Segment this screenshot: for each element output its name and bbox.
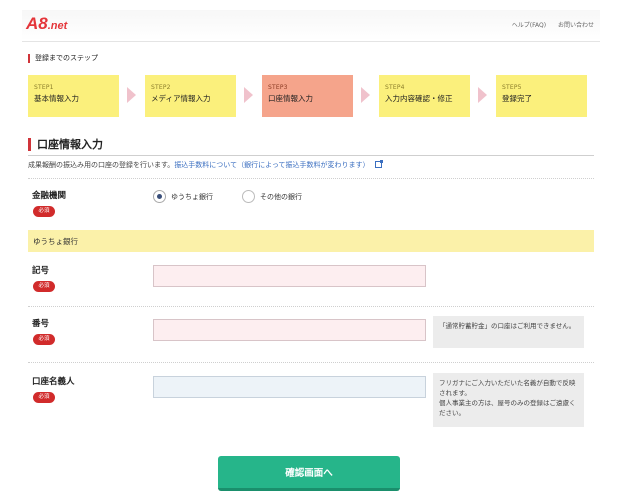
- step-arrow-icon: [244, 87, 253, 103]
- step-arrow-icon: [478, 87, 487, 103]
- step-arrow-icon: [361, 87, 370, 103]
- step-name: 基本情報入力: [34, 94, 79, 103]
- number-label: 番号: [32, 319, 50, 329]
- step-number: STEP5: [502, 84, 522, 91]
- account-holder-input[interactable]: [153, 376, 426, 398]
- header-links: ヘルプ(FAQ) お問い合わせ: [502, 20, 594, 29]
- help-faq-link[interactable]: ヘルプ(FAQ): [512, 22, 546, 29]
- required-badge: 必須: [33, 281, 55, 292]
- required-badge: 必須: [33, 392, 55, 403]
- step-3: STEP3 口座情報入力: [262, 75, 353, 117]
- page-description: 成果報酬の振込み用の口座の登録を行います。振込手数料について（銀行によって振込手…: [28, 160, 383, 170]
- step-number: STEP1: [34, 84, 54, 91]
- financial-institution-label: 金融機関: [32, 191, 67, 201]
- top-header: A8.net ヘルプ(FAQ) お問い合わせ: [22, 10, 600, 42]
- steps-section-label: 登録までのステップ: [28, 54, 98, 63]
- number-input[interactable]: [153, 319, 426, 341]
- account-holder-note: フリガナにご入力いただいた名義が自動で反映されます。 個人事業主の方は、屋号のみ…: [433, 373, 584, 427]
- external-link-icon[interactable]: [374, 160, 383, 168]
- transfer-fee-link[interactable]: 振込手数料について（銀行によって振込手数料が変わります）: [174, 161, 369, 169]
- step-name: 入力内容確認・修正: [385, 94, 453, 103]
- account-holder-label: 口座名義人: [32, 377, 75, 387]
- radio-selected-icon[interactable]: [153, 190, 166, 203]
- step-4: STEP4 入力内容確認・修正: [379, 75, 470, 117]
- description-text: 成果報酬の振込み用の口座の登録を行います。: [28, 161, 175, 169]
- page-title: 口座情報入力: [28, 138, 103, 151]
- step-arrow-icon: [127, 87, 136, 103]
- logo-suffix: .net: [47, 20, 68, 32]
- row-divider: [28, 362, 594, 363]
- step-name: メディア情報入力: [151, 94, 211, 103]
- step-name: 口座情報入力: [268, 94, 313, 103]
- note-line: フリガナにご入力いただいた名義が自動で反映されます。: [439, 379, 576, 397]
- step-number: STEP4: [385, 84, 405, 91]
- step-number: STEP2: [151, 84, 171, 91]
- symbol-input[interactable]: [153, 265, 426, 287]
- a8net-logo[interactable]: A8.net: [26, 14, 67, 34]
- row-divider: [28, 306, 594, 307]
- radio-label: その他の銀行: [260, 192, 302, 201]
- required-badge: 必須: [33, 206, 55, 217]
- step-5: STEP5 登録完了: [496, 75, 587, 117]
- bank-section-header: ゆうちょ銀行: [28, 230, 594, 252]
- logo-main: A8: [26, 14, 48, 33]
- radio-other-bank[interactable]: その他の銀行: [242, 190, 302, 203]
- number-note: 「通常貯蓄貯金」の口座はご利用できません。: [433, 316, 584, 348]
- radio-unselected-icon[interactable]: [242, 190, 255, 203]
- note-line: 個人事業主の方は、屋号のみの登録はご遠慮ください。: [439, 399, 576, 417]
- step-indicator: STEP1 基本情報入力 STEP2 メディア情報入力 STEP3 口座情報入力…: [28, 75, 588, 117]
- row-divider: [28, 178, 594, 179]
- required-badge: 必須: [33, 334, 55, 345]
- step-2: STEP2 メディア情報入力: [145, 75, 236, 117]
- contact-link[interactable]: お問い合わせ: [558, 22, 594, 29]
- step-name: 登録完了: [502, 94, 532, 103]
- radio-label: ゆうちょ銀行: [171, 192, 213, 201]
- step-number: STEP3: [268, 84, 288, 91]
- step-1: STEP1 基本情報入力: [28, 75, 119, 117]
- radio-yucho-bank[interactable]: ゆうちょ銀行: [153, 190, 213, 203]
- symbol-label: 記号: [32, 266, 50, 276]
- title-divider: [28, 155, 594, 156]
- confirm-button[interactable]: 確認画面へ: [218, 456, 400, 491]
